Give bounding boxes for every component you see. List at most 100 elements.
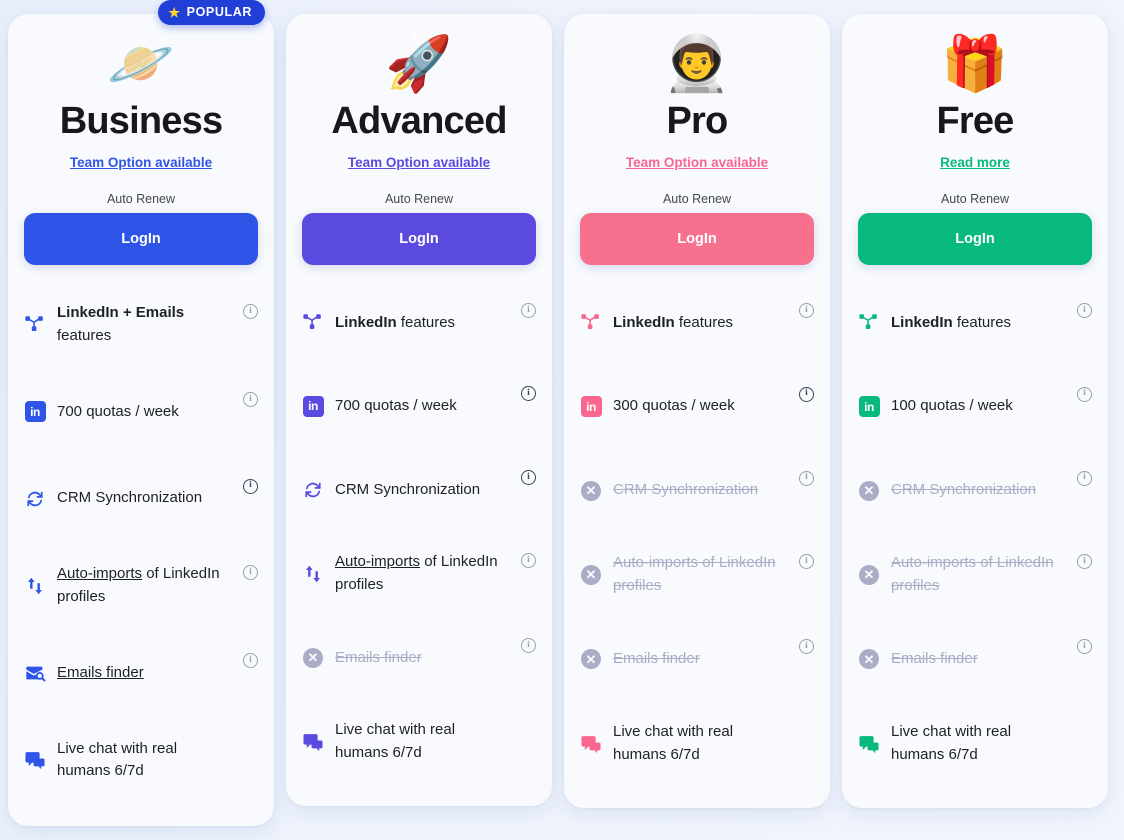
network-nodes-icon: [580, 312, 602, 334]
plan-link-business[interactable]: Team Option available: [24, 155, 258, 170]
pricing-card-pro[interactable]: 👨‍🚀 Pro Team Option available Auto Renew Log…: [564, 14, 830, 808]
disabled-x-icon: ✕: [580, 480, 602, 502]
info-icon[interactable]: i: [521, 302, 536, 318]
info-icon[interactable]: i: [521, 386, 536, 402]
feature-item: in 300 quotas / week i: [580, 385, 814, 429]
feature-item: Emails finder i: [24, 651, 258, 695]
pricing-card-advanced[interactable]: 🚀 Advanced Team Option available Auto Renew…: [286, 14, 552, 806]
feature-list: LinkedIn + Emails features i in 700 quotas …: [24, 281, 258, 804]
feature-label: LinkedIn features: [891, 313, 1012, 331]
disabled-x-icon: ✕: [580, 564, 602, 586]
pricing-page: ★ POPULAR 🪐 Business Team Option available Au…: [0, 0, 1124, 840]
disabled-x-icon: ✕: [580, 648, 602, 670]
feature-list: LinkedIn features i in 700 quotas / week i CR…: [302, 281, 536, 784]
info-icon[interactable]: i: [243, 652, 258, 668]
feature-label: CRM Synchronization: [891, 481, 1037, 499]
info-icon[interactable]: i: [1077, 639, 1092, 655]
feature-label: Live chat with real humans 6/7d: [335, 721, 456, 761]
feature-label: CRM Synchronization: [335, 480, 481, 498]
feature-label: Auto-imports of LinkedIn profiles: [891, 554, 1054, 594]
feature-item: LinkedIn features i: [302, 301, 536, 345]
info-icon[interactable]: i: [243, 565, 258, 581]
linkedin-badge-glyph: in: [580, 396, 602, 418]
feature-item: ✕ Auto-imports of LinkedIn profiles i: [858, 552, 1092, 597]
email-search-icon: [24, 662, 46, 684]
feature-label: LinkedIn features: [335, 313, 456, 331]
info-icon[interactable]: i: [799, 639, 814, 655]
feature-label: CRM Synchronization: [57, 489, 203, 507]
astronaut-helmet-emoji: 👨‍🚀: [663, 34, 731, 94]
info-icon[interactable]: i: [1077, 554, 1092, 570]
login-button-advanced[interactable]: LogIn: [302, 213, 536, 265]
info-icon[interactable]: i: [243, 391, 258, 407]
info-icon[interactable]: i: [521, 637, 536, 653]
feature-item: CRM Synchronization i: [24, 477, 258, 521]
live-chat-icon: [580, 733, 602, 755]
feature-label: 100 quotas / week: [891, 397, 1013, 415]
feature-label: CRM Synchronization: [613, 481, 759, 499]
feature-item: in 100 quotas / week i: [858, 385, 1092, 429]
disabled-x-icon: ✕: [858, 480, 880, 502]
feature-item: Live chat with real humans 6/7d: [24, 738, 258, 783]
linkedin-badge-icon: in: [24, 401, 46, 423]
planet-emoji: 🪐: [107, 34, 175, 94]
feature-list: LinkedIn features i in 300 quotas / week i ✕ C…: [580, 281, 814, 786]
disabled-x-glyph: ✕: [581, 564, 601, 585]
auto-import-arrows-icon: [24, 575, 46, 597]
plan-name-pro: Pro: [666, 100, 729, 142]
disabled-x-icon: ✕: [858, 648, 880, 670]
linkedin-badge-icon: in: [302, 395, 324, 417]
pricing-card-free[interactable]: 🎁 Free Read more Auto Renew LogIn LinkedIn fe…: [842, 14, 1108, 808]
disabled-x-glyph: ✕: [859, 564, 879, 585]
live-chat-icon: [24, 749, 46, 771]
auto-renew-label: Auto Renew: [106, 192, 176, 206]
info-icon[interactable]: i: [799, 554, 814, 570]
login-button-free[interactable]: LogIn: [858, 213, 1092, 265]
login-button-business[interactable]: LogIn: [24, 213, 258, 265]
feature-item: Live chat with real humans 6/7d: [302, 719, 536, 764]
linkedin-badge-glyph: in: [858, 396, 880, 418]
info-icon[interactable]: i: [799, 470, 814, 486]
feature-item: ✕ Auto-imports of LinkedIn profiles i: [580, 552, 814, 597]
plan-link-free[interactable]: Read more: [858, 155, 1092, 170]
feature-item: LinkedIn + Emails features i: [24, 302, 258, 347]
info-icon[interactable]: i: [799, 386, 814, 402]
disabled-x-glyph: ✕: [859, 480, 879, 501]
info-icon[interactable]: i: [243, 478, 258, 494]
feature-item: Auto-imports of LinkedIn profiles i: [24, 563, 258, 608]
feature-item: ✕ Emails finder i: [302, 636, 536, 680]
info-icon[interactable]: i: [521, 553, 536, 569]
linkedin-badge-icon: in: [580, 396, 602, 418]
info-icon[interactable]: i: [1077, 470, 1092, 486]
feature-item: LinkedIn features i: [858, 301, 1092, 345]
feature-item: in 700 quotas / week i: [302, 384, 536, 428]
feature-item: Auto-imports of LinkedIn profiles i: [302, 551, 536, 596]
pricing-card-business[interactable]: ★ POPULAR 🪐 Business Team Option available Au…: [8, 0, 274, 826]
feature-label: LinkedIn features: [613, 313, 734, 331]
info-icon[interactable]: i: [1077, 302, 1092, 318]
feature-label: Emails finder: [335, 648, 422, 666]
login-button-pro[interactable]: LogIn: [580, 213, 814, 265]
network-nodes-icon: [302, 312, 324, 334]
feature-label: Emails finder: [57, 663, 144, 681]
disabled-x-glyph: ✕: [859, 649, 879, 670]
feature-item: LinkedIn features i: [580, 301, 814, 345]
info-icon[interactable]: i: [1077, 386, 1092, 402]
plan-link-pro[interactable]: Team Option available: [580, 155, 814, 170]
feature-label: 700 quotas / week: [57, 402, 179, 420]
feature-item: ✕ Emails finder i: [858, 637, 1092, 681]
feature-label: 700 quotas / week: [335, 397, 457, 414]
info-icon[interactable]: i: [521, 469, 536, 485]
sync-icon: [302, 479, 324, 501]
linkedin-badge-icon: in: [858, 396, 880, 418]
feature-item: ✕ CRM Synchronization i: [580, 469, 814, 513]
feature-list: LinkedIn features i in 100 quotas / week i ✕ C…: [858, 281, 1092, 786]
feature-label: Auto-imports of LinkedIn profiles: [613, 554, 776, 594]
feature-label: Live chat with real humans 6/7d: [57, 739, 178, 780]
auto-import-arrows-icon: [302, 563, 324, 585]
plan-link-advanced[interactable]: Team Option available: [302, 155, 536, 170]
auto-renew-label: Auto Renew: [662, 192, 732, 206]
info-icon[interactable]: i: [799, 302, 814, 318]
plan-name-free: Free: [936, 100, 1014, 142]
info-icon[interactable]: i: [243, 304, 258, 320]
